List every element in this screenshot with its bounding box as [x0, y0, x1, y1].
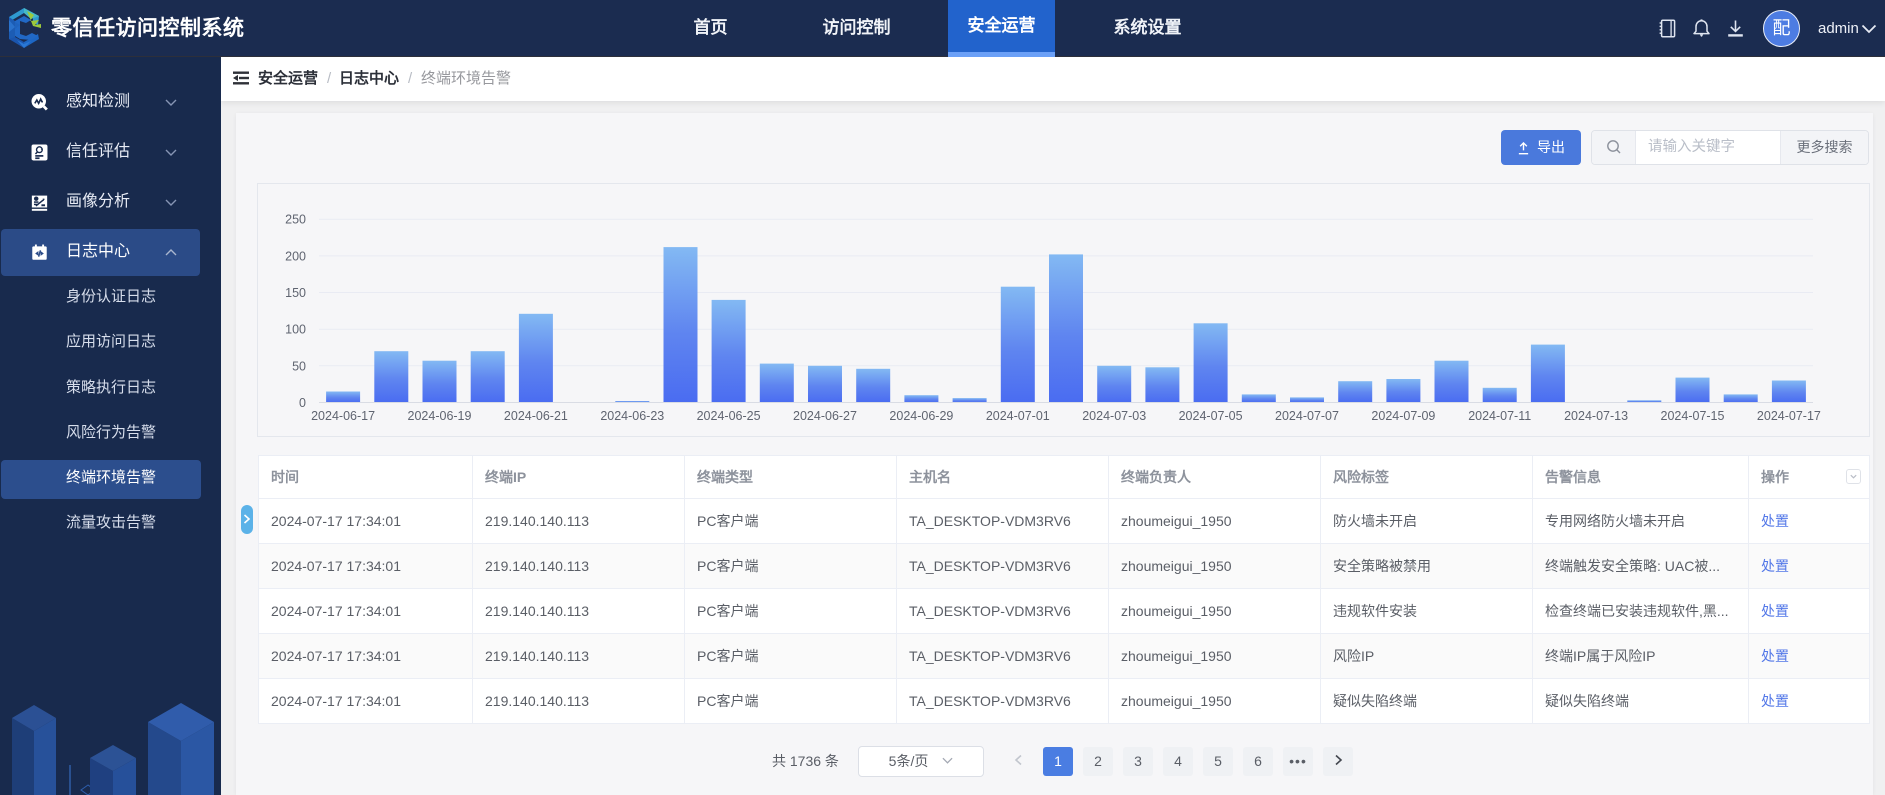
svg-text:100: 100	[285, 323, 306, 337]
svg-text:150: 150	[285, 286, 306, 300]
svg-text:2024-07-11: 2024-07-11	[1468, 409, 1531, 423]
svg-text:2024-06-29: 2024-06-29	[889, 409, 953, 423]
svg-text:2024-07-13: 2024-07-13	[1564, 409, 1628, 423]
svg-text:2024-06-17: 2024-06-17	[311, 409, 375, 423]
svg-text:2024-06-25: 2024-06-25	[697, 409, 761, 423]
svg-text:2024-07-17: 2024-07-17	[1757, 409, 1821, 423]
svg-text:2024-07-05: 2024-07-05	[1179, 409, 1243, 423]
svg-text:2024-07-03: 2024-07-03	[1082, 409, 1146, 423]
svg-text:0: 0	[299, 396, 306, 410]
svg-text:2024-07-15: 2024-07-15	[1661, 409, 1725, 423]
svg-text:2024-06-21: 2024-06-21	[504, 409, 568, 423]
svg-text:2024-06-27: 2024-06-27	[793, 409, 857, 423]
svg-text:2024-06-23: 2024-06-23	[600, 409, 664, 423]
svg-text:2024-06-19: 2024-06-19	[408, 409, 472, 423]
svg-text:2024-07-09: 2024-07-09	[1371, 409, 1435, 423]
svg-text:250: 250	[285, 213, 306, 227]
svg-text:2024-07-07: 2024-07-07	[1275, 409, 1339, 423]
svg-text:50: 50	[292, 359, 306, 373]
svg-text:2024-07-01: 2024-07-01	[986, 409, 1050, 423]
svg-text:200: 200	[285, 249, 306, 263]
